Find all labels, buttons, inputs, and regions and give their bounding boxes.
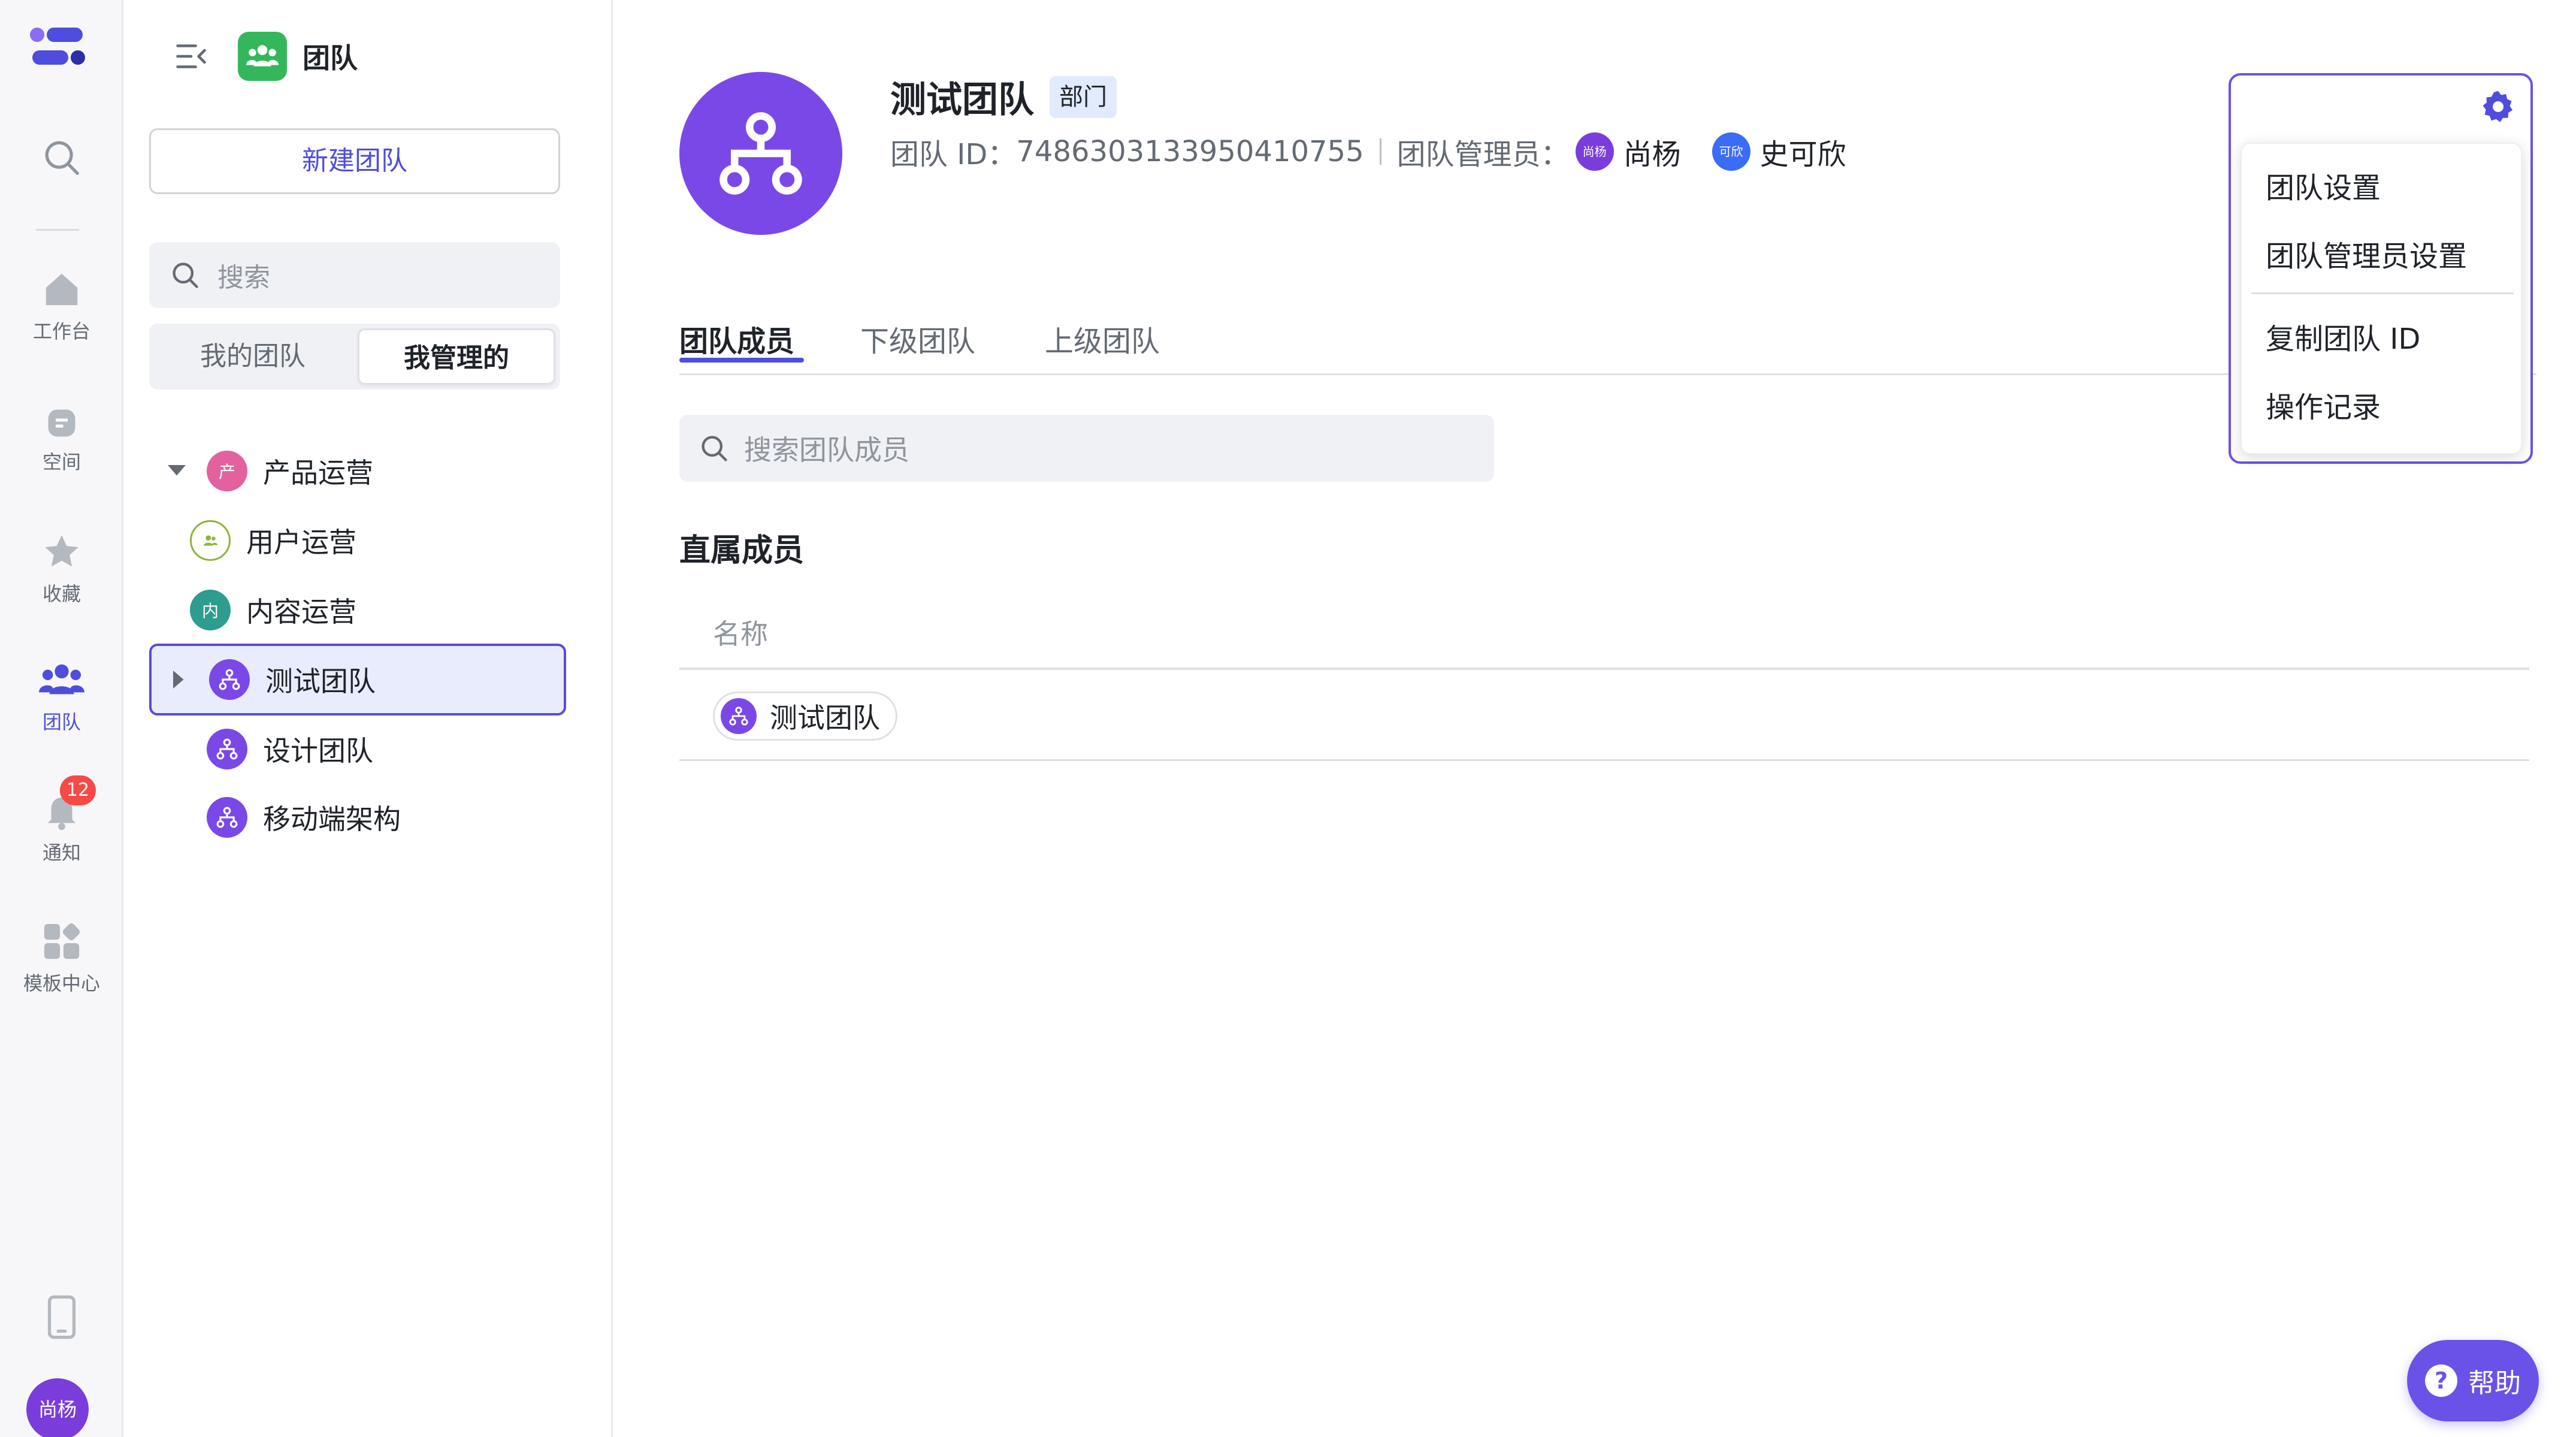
rail-search-icon[interactable] bbox=[0, 137, 123, 185]
tree-item-test-team[interactable]: 测试团队 bbox=[149, 644, 566, 716]
manager-name[interactable]: 尚杨 bbox=[1623, 131, 1681, 173]
team-meta: 团队 ID： 7486303133950410755 团队管理员： 尚杨 尚杨 … bbox=[890, 131, 1871, 173]
rail-item-label: 工作台 bbox=[32, 320, 90, 343]
space-icon bbox=[48, 409, 75, 437]
tree-item-label: 产品运营 bbox=[263, 457, 373, 489]
home-icon bbox=[46, 273, 78, 306]
app-logo-icon[interactable] bbox=[29, 26, 89, 74]
rail-item-label: 通知 bbox=[42, 841, 81, 864]
org-chart-icon bbox=[207, 797, 247, 838]
team-name: 测试团队 bbox=[890, 79, 1034, 121]
team-title-row: 测试团队 部门 bbox=[890, 71, 1117, 123]
rail-item-workbench[interactable]: 工作台 bbox=[0, 268, 123, 344]
settings-menu: 团队设置 团队管理员设置 复制团队 ID 操作记录 bbox=[2241, 143, 2522, 454]
rail-item-team[interactable]: 团队 bbox=[0, 659, 123, 735]
user-avatar[interactable]: 尚杨 bbox=[26, 1378, 89, 1437]
team-id-label: 团队 ID： bbox=[890, 138, 1017, 171]
menu-item-team-settings[interactable]: 团队设置 bbox=[2266, 164, 2381, 206]
member-name: 测试团队 bbox=[770, 702, 880, 734]
app-root: 工作台 空间 收藏 团队 12 通知 模板中心 尚杨 团队 新建团队 搜索 我的… bbox=[0, 0, 2576, 1437]
rail-item-label: 空间 bbox=[42, 451, 81, 473]
tab-parent-teams[interactable]: 上级团队 bbox=[1045, 318, 1160, 360]
left-rail: 工作台 空间 收藏 团队 12 通知 模板中心 尚杨 bbox=[0, 0, 123, 1437]
sidebar-header: 团队 bbox=[173, 31, 358, 81]
org-chart-icon bbox=[209, 659, 250, 700]
expand-caret-down-icon[interactable] bbox=[165, 459, 189, 483]
member-search-input[interactable]: 搜索团队成员 bbox=[679, 415, 1494, 482]
menu-item-admin-settings[interactable]: 团队管理员设置 bbox=[2266, 233, 2467, 274]
search-icon bbox=[702, 436, 727, 461]
search-placeholder: 搜索团队成员 bbox=[744, 434, 909, 466]
tab-sub-teams[interactable]: 下级团队 bbox=[860, 318, 975, 360]
star-icon bbox=[45, 535, 78, 567]
team-icon bbox=[39, 664, 84, 695]
new-team-button[interactable]: 新建团队 bbox=[149, 128, 560, 194]
tree-item-product-ops[interactable]: 产 产品运营 bbox=[149, 435, 566, 507]
rail-item-label: 模板中心 bbox=[23, 972, 100, 995]
help-label: 帮助 bbox=[2468, 1368, 2521, 1399]
collapse-sidebar-icon[interactable] bbox=[173, 38, 209, 74]
gear-icon[interactable] bbox=[2480, 89, 2516, 125]
rail-item-favorites[interactable]: 收藏 bbox=[0, 531, 123, 606]
menu-item-copy-team-id[interactable]: 复制团队 ID bbox=[2266, 315, 2420, 357]
members-table-header: 名称 bbox=[679, 599, 2529, 670]
tree-item-user-ops[interactable]: 用户运营 bbox=[149, 505, 566, 576]
menu-item-operation-log[interactable]: 操作记录 bbox=[2266, 384, 2381, 425]
tree-item-label: 设计团队 bbox=[263, 735, 373, 767]
org-chart-icon bbox=[207, 729, 247, 769]
sidebar-search-input[interactable]: 搜索 bbox=[149, 242, 560, 308]
manager-avatar[interactable]: 可欣 bbox=[1712, 132, 1750, 171]
rail-divider bbox=[36, 229, 79, 231]
tab-team-members[interactable]: 团队成员 bbox=[679, 318, 804, 363]
team-avatar: 内 bbox=[190, 590, 231, 630]
team-avatar: 产 bbox=[207, 451, 247, 491]
search-placeholder: 搜索 bbox=[217, 262, 270, 293]
member-team-chip[interactable]: 测试团队 bbox=[713, 692, 897, 741]
rail-item-space[interactable]: 空间 bbox=[0, 405, 123, 475]
rail-item-templates[interactable]: 模板中心 bbox=[0, 920, 123, 996]
help-button[interactable]: ? 帮助 bbox=[2407, 1340, 2539, 1421]
tree-item-mobile-arch[interactable]: 移动端架构 bbox=[149, 781, 566, 853]
help-icon: ? bbox=[2425, 1364, 2457, 1397]
column-name-header: 名称 bbox=[713, 618, 768, 650]
user-group-icon bbox=[190, 520, 231, 561]
segment-managed[interactable]: 我管理的 bbox=[358, 328, 555, 385]
rail-item-label: 团队 bbox=[42, 711, 81, 733]
department-tag: 部门 bbox=[1050, 76, 1117, 118]
search-icon bbox=[173, 262, 198, 288]
tree-item-label: 内容运营 bbox=[246, 596, 356, 628]
managers-label: 团队管理员： bbox=[1396, 138, 1570, 171]
tree-item-design-team[interactable]: 设计团队 bbox=[149, 713, 566, 785]
template-icon bbox=[44, 923, 80, 959]
team-filter-segment: 我的团队 我管理的 bbox=[149, 324, 560, 390]
manager-name[interactable]: 史可欣 bbox=[1760, 131, 1846, 173]
notification-badge: 12 bbox=[60, 775, 96, 805]
team-app-icon bbox=[238, 32, 287, 81]
segment-my-teams[interactable]: 我的团队 bbox=[154, 328, 352, 385]
expand-caret-right-icon[interactable] bbox=[167, 668, 191, 692]
meta-divider bbox=[1379, 138, 1381, 165]
team-id-value: 7486303133950410755 bbox=[1016, 135, 1364, 168]
rail-item-notifications[interactable]: 12 通知 bbox=[0, 775, 123, 865]
tree-item-label: 移动端架构 bbox=[263, 803, 401, 835]
active-tab-indicator bbox=[679, 358, 804, 363]
settings-dropdown: 团队设置 团队管理员设置 复制团队 ID 操作记录 bbox=[2229, 73, 2533, 464]
tree-item-label: 测试团队 bbox=[265, 665, 376, 698]
team-org-chart-icon bbox=[679, 72, 842, 235]
tree-item-label: 用户运营 bbox=[246, 526, 356, 559]
mobile-app-icon[interactable] bbox=[0, 1294, 123, 1346]
rail-item-label: 收藏 bbox=[42, 582, 81, 605]
manager-avatar[interactable]: 尚杨 bbox=[1575, 132, 1614, 171]
sidebar-title: 团队 bbox=[303, 42, 358, 74]
team-sidebar: 团队 新建团队 搜索 我的团队 我管理的 产 产品运营 用户运营 内 内容运营 … bbox=[125, 0, 613, 1437]
tab-label: 团队成员 bbox=[679, 325, 795, 358]
table-row: 测试团队 bbox=[679, 672, 2529, 761]
org-chart-icon bbox=[721, 698, 757, 734]
tree-item-content-ops[interactable]: 内 内容运营 bbox=[149, 574, 566, 646]
direct-members-heading: 直属成员 bbox=[679, 533, 805, 569]
menu-divider bbox=[2251, 292, 2514, 294]
